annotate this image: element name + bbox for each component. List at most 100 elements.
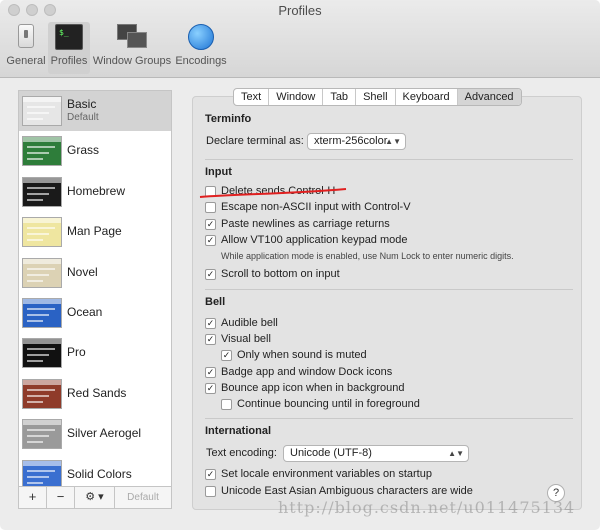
set-default-button[interactable]: Default	[115, 487, 171, 508]
bell-heading: Bell	[205, 296, 226, 308]
international-heading: International	[205, 425, 272, 437]
profile-item-solid-colors[interactable]: Solid Colors	[19, 455, 171, 486]
declare-terminal-value: xterm-256color	[314, 135, 388, 147]
toolbar-encodings[interactable]: Encodings	[174, 22, 228, 74]
international-option[interactable]: ✓ Set locale environment variables on sta…	[205, 467, 432, 481]
checkbox[interactable]: ✓	[221, 349, 232, 361]
tab-advanced[interactable]: Advanced	[457, 89, 521, 105]
declare-terminal-select[interactable]: xterm-256color ▲▼	[307, 133, 406, 150]
window-groups-icon	[117, 24, 147, 50]
terminal-icon: $_	[55, 24, 83, 50]
input-option[interactable]: ✓ Allow VT100 application keypad mode	[205, 233, 408, 247]
tab-window[interactable]: Window	[269, 89, 324, 105]
checkbox-label: Bounce app icon when in background	[221, 382, 405, 394]
checkbox[interactable]: ✓	[205, 333, 216, 345]
terminfo-heading: Terminfo	[205, 113, 252, 125]
toolbar-general-label: General	[6, 55, 46, 67]
text-encoding-value: Unicode (UTF-8)	[290, 447, 372, 459]
profile-thumbnail	[22, 136, 62, 167]
checkbox[interactable]: ✓	[205, 366, 216, 378]
declare-terminal-label: Declare terminal as:	[206, 135, 304, 147]
profile-name: Man Page	[67, 224, 122, 239]
settings-tabs: Text Window Tab Shell Keyboard Advanced	[233, 88, 522, 106]
toolbar-profiles-label: Profiles	[50, 55, 88, 67]
tab-keyboard[interactable]: Keyboard	[396, 89, 458, 105]
profile-list-toolbar: + − ⚙ ▾ Default	[18, 487, 172, 509]
profile-name: Homebrew	[67, 183, 126, 198]
add-profile-button[interactable]: +	[19, 487, 47, 508]
divider	[205, 418, 573, 419]
bell-option[interactable]: ✓ Badge app and window Dock icons	[205, 365, 392, 379]
profile-item-novel[interactable]: Novel	[19, 253, 171, 293]
text-encoding-label: Text encoding:	[206, 447, 277, 459]
profile-item-silver-aerogel[interactable]: Silver Aerogel	[19, 414, 171, 454]
checkbox[interactable]	[205, 485, 216, 497]
globe-icon	[188, 24, 214, 50]
profile-item-ocean[interactable]: Ocean	[19, 293, 171, 333]
scroll-to-bottom-option[interactable]: ✓ Scroll to bottom on input	[205, 267, 340, 281]
checkbox-label: Allow VT100 application keypad mode	[221, 234, 408, 246]
profile-item-basic[interactable]: Basic Default	[19, 91, 171, 131]
profile-name: Pro	[67, 345, 86, 360]
toolbar-encodings-label: Encodings	[175, 55, 227, 67]
red-underline-annotation	[199, 188, 347, 198]
bell-option[interactable]: ✓ Only when sound is muted	[221, 348, 367, 362]
keypad-mode-note: While application mode is enabled, use N…	[221, 251, 514, 261]
divider	[205, 159, 573, 160]
bell-option[interactable]: ✓ Audible bell	[205, 316, 278, 330]
profile-name: Novel	[67, 264, 98, 279]
profile-item-red-sands[interactable]: Red Sands	[19, 374, 171, 414]
remove-profile-button[interactable]: −	[47, 487, 75, 508]
profile-actions-menu[interactable]: ⚙ ▾	[75, 487, 115, 508]
checkbox-label: Continue bouncing until in foreground	[237, 398, 420, 410]
profile-name: Ocean	[67, 305, 103, 319]
profile-name: Grass	[67, 143, 100, 158]
chevron-updown-icon: ▲▼	[385, 137, 401, 146]
text-encoding-select[interactable]: Unicode (UTF-8) ▲▼	[283, 445, 469, 462]
tab-text[interactable]: Text	[234, 89, 270, 105]
checkbox-label: Unicode East Asian Ambiguous characters …	[221, 485, 473, 497]
bell-option[interactable]: Continue bouncing until in foreground	[221, 397, 420, 411]
checkbox-label: Paste newlines as carriage returns	[221, 218, 390, 230]
profile-thumbnail	[22, 96, 62, 126]
profile-thumbnail	[22, 217, 62, 248]
profile-thumbnail	[22, 419, 62, 450]
toolbar-window-groups-label: Window Groups	[92, 55, 172, 67]
bell-option[interactable]: ✓ Visual bell	[205, 332, 271, 346]
profile-thumbnail	[22, 257, 62, 288]
checkbox-label: Only when sound is muted	[237, 349, 367, 361]
checkbox[interactable]: ✓	[205, 218, 216, 230]
checkbox[interactable]: ✓	[205, 317, 216, 329]
profile-thumbnail	[22, 298, 62, 328]
checkbox[interactable]: ✓	[205, 468, 216, 480]
watermark-url: http://blog.csdn.net/u011475134	[278, 498, 576, 517]
international-option[interactable]: Unicode East Asian Ambiguous characters …	[205, 484, 473, 498]
toolbar-general[interactable]: General	[6, 22, 46, 74]
checkbox[interactable]: ✓	[205, 268, 216, 280]
profile-item-homebrew[interactable]: Homebrew	[19, 172, 171, 212]
checkbox-label: Scroll to bottom on input	[221, 268, 340, 280]
title-bar: Profiles General $_ Profiles Window Grou…	[0, 0, 600, 78]
profile-item-pro[interactable]: Pro	[19, 333, 171, 373]
checkbox[interactable]	[205, 201, 216, 213]
checkbox[interactable]: ✓	[205, 382, 216, 394]
checkbox-label: Audible bell	[221, 317, 278, 329]
checkbox[interactable]	[221, 398, 232, 410]
profile-item-man-page[interactable]: Man Page	[19, 212, 171, 252]
toolbar-window-groups[interactable]: Window Groups	[92, 22, 172, 74]
checkbox-label: Badge app and window Dock icons	[221, 366, 393, 378]
input-option[interactable]: ✓ Paste newlines as carriage returns	[205, 217, 390, 231]
profile-list[interactable]: Basic Default Grass Homebrew Man Page Novel Oc…	[18, 90, 172, 487]
profile-thumbnail	[22, 378, 62, 409]
bell-option[interactable]: ✓ Bounce app icon when in background	[205, 381, 404, 395]
toolbar-profiles[interactable]: $_ Profiles	[48, 22, 90, 74]
checkbox[interactable]: ✓	[205, 234, 216, 246]
profile-name: Basic	[67, 97, 97, 111]
profile-name: Solid Colors	[67, 466, 132, 481]
input-option[interactable]: Escape non-ASCII input with Control-V	[205, 200, 411, 214]
tab-tab[interactable]: Tab	[323, 89, 357, 105]
profile-name: Red Sands	[67, 385, 127, 400]
profile-item-grass[interactable]: Grass	[19, 131, 171, 171]
profile-name: Silver Aerogel	[67, 426, 142, 441]
tab-shell[interactable]: Shell	[356, 89, 396, 105]
